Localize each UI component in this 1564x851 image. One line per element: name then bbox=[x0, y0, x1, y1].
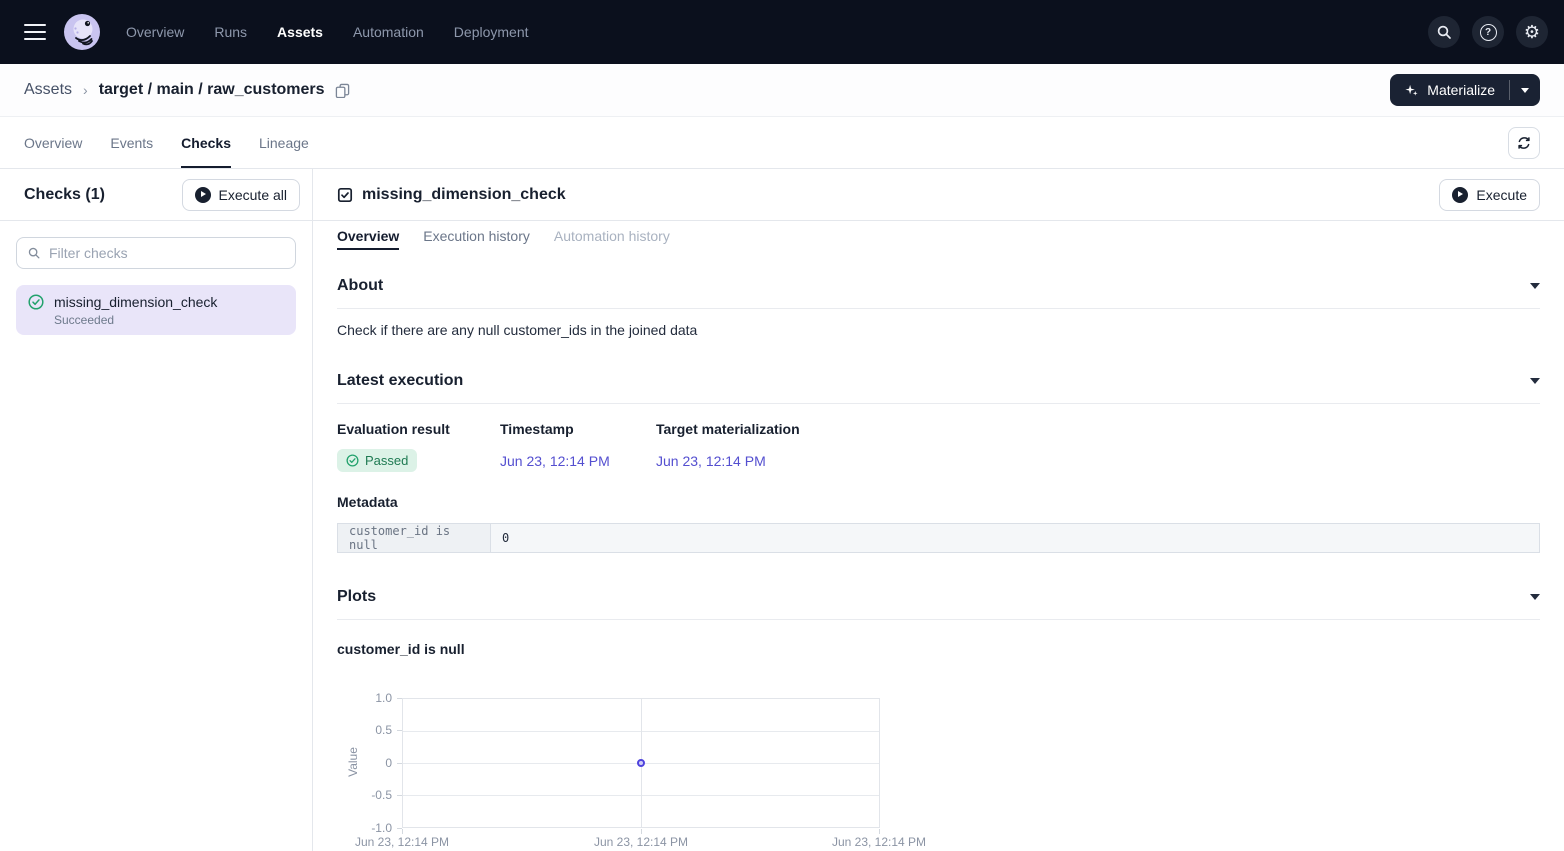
column-timestamp: Timestamp bbox=[500, 421, 656, 437]
tab-events[interactable]: Events bbox=[110, 117, 153, 168]
target-materialization-link[interactable]: Jun 23, 12:14 PM bbox=[656, 453, 766, 469]
nav-item-automation[interactable]: Automation bbox=[353, 24, 424, 40]
refresh-button[interactable] bbox=[1508, 127, 1540, 159]
copy-icon[interactable] bbox=[335, 83, 350, 98]
filter-checks-field bbox=[16, 237, 296, 269]
execute-all-button[interactable]: Execute all bbox=[182, 179, 300, 211]
materialize-dropdown-button[interactable] bbox=[1510, 74, 1540, 106]
collapse-chevron-icon[interactable] bbox=[1530, 378, 1540, 384]
sparkle-icon bbox=[1404, 83, 1419, 98]
execute-all-label: Execute all bbox=[219, 187, 287, 203]
materialize-button[interactable]: Materialize bbox=[1390, 74, 1509, 106]
tab-execution-history[interactable]: Execution history bbox=[423, 221, 530, 250]
nav-item-overview[interactable]: Overview bbox=[126, 24, 184, 40]
search-icon bbox=[27, 246, 41, 260]
check-detail-tab-bar: Overview Execution history Automation hi… bbox=[313, 221, 1564, 250]
y-tick: 0 bbox=[350, 757, 392, 769]
metadata-key: customer_id is null bbox=[338, 524, 491, 553]
check-item-status: Succeeded bbox=[54, 313, 284, 327]
about-section-header: About bbox=[337, 264, 1540, 308]
y-tick: -1.0 bbox=[350, 822, 392, 834]
top-navbar: Overview Runs Assets Automation Deployme… bbox=[0, 0, 1564, 64]
latest-execution-heading: Latest execution bbox=[337, 372, 463, 390]
breadcrumb-assets-link[interactable]: Assets bbox=[24, 81, 72, 99]
breadcrumb-row: Assets › target / main / raw_customers M… bbox=[0, 64, 1564, 117]
column-evaluation-result: Evaluation result bbox=[337, 421, 500, 437]
plot-title: customer_id is null bbox=[337, 641, 1540, 657]
play-icon bbox=[1452, 187, 1468, 203]
asset-check-icon bbox=[337, 187, 353, 203]
execute-button[interactable]: Execute bbox=[1439, 179, 1540, 211]
table-row: customer_id is null 0 bbox=[338, 524, 1540, 553]
hamburger-menu-icon[interactable] bbox=[24, 24, 46, 40]
checks-panel-title: Checks (1) bbox=[24, 186, 105, 204]
check-item-name: missing_dimension_check bbox=[54, 294, 217, 310]
materialize-split-button: Materialize bbox=[1390, 74, 1540, 106]
y-tick: -0.5 bbox=[350, 789, 392, 801]
plots-heading: Plots bbox=[337, 588, 376, 606]
nav-item-runs[interactable]: Runs bbox=[214, 24, 247, 40]
search-icon bbox=[1436, 24, 1452, 40]
check-detail-panel: missing_dimension_check Execute Overview… bbox=[313, 169, 1564, 851]
x-tick: Jun 23, 12:14 PM bbox=[824, 835, 934, 849]
help-icon: ? bbox=[1480, 24, 1497, 41]
play-icon bbox=[195, 187, 211, 203]
filter-checks-input[interactable] bbox=[49, 245, 285, 261]
refresh-icon bbox=[1516, 135, 1532, 151]
breadcrumb-asset-path: target / main / raw_customers bbox=[99, 81, 325, 99]
execute-label: Execute bbox=[1476, 187, 1527, 203]
check-list-item[interactable]: missing_dimension_check Succeeded bbox=[16, 285, 296, 335]
check-detail-title: missing_dimension_check bbox=[362, 186, 566, 204]
search-button[interactable] bbox=[1428, 16, 1460, 48]
dagster-logo-icon[interactable] bbox=[64, 14, 100, 50]
metadata-table: customer_id is null 0 bbox=[337, 523, 1540, 553]
plot-area bbox=[402, 698, 880, 828]
about-description: Check if there are any null customer_ids… bbox=[337, 322, 1540, 338]
checks-sidebar: Checks (1) Execute all missing_dimension… bbox=[0, 169, 313, 851]
value-scatter-chart: Value 1.0 0.5 0 -0.5 -1.0 bbox=[337, 691, 1540, 851]
about-heading: About bbox=[337, 277, 383, 295]
tab-automation-history[interactable]: Automation history bbox=[554, 221, 670, 250]
column-target-materialization: Target materialization bbox=[656, 421, 1540, 437]
passed-status-badge: Passed bbox=[337, 449, 417, 472]
tab-lineage[interactable]: Lineage bbox=[259, 117, 309, 168]
nav-item-deployment[interactable]: Deployment bbox=[454, 24, 529, 40]
tab-checks[interactable]: Checks bbox=[181, 117, 231, 168]
nav-item-assets[interactable]: Assets bbox=[277, 24, 323, 40]
chevron-right-icon: › bbox=[83, 82, 88, 98]
materialize-label: Materialize bbox=[1427, 82, 1495, 98]
tab-overview[interactable]: Overview bbox=[24, 117, 82, 168]
primary-nav: Overview Runs Assets Automation Deployme… bbox=[126, 24, 529, 40]
settings-button[interactable]: ⚙ bbox=[1516, 16, 1548, 48]
x-tick: Jun 23, 12:14 PM bbox=[586, 835, 696, 849]
x-tick: Jun 23, 12:14 PM bbox=[347, 835, 457, 849]
data-point bbox=[637, 759, 645, 767]
metadata-value: 0 bbox=[491, 524, 1540, 553]
help-button[interactable]: ? bbox=[1472, 16, 1504, 48]
chevron-down-icon bbox=[1521, 88, 1529, 93]
latest-execution-section-header: Latest execution bbox=[337, 359, 1540, 403]
collapse-chevron-icon[interactable] bbox=[1530, 283, 1540, 289]
timestamp-link[interactable]: Jun 23, 12:14 PM bbox=[500, 453, 610, 469]
y-tick: 0.5 bbox=[350, 724, 392, 736]
y-tick: 1.0 bbox=[350, 692, 392, 704]
collapse-chevron-icon[interactable] bbox=[1530, 594, 1540, 600]
metadata-heading: Metadata bbox=[337, 494, 1540, 510]
plots-section-header: Plots bbox=[337, 575, 1540, 619]
passed-label: Passed bbox=[365, 453, 408, 468]
tab-check-overview[interactable]: Overview bbox=[337, 221, 399, 250]
check-success-icon bbox=[28, 294, 44, 310]
gear-icon: ⚙ bbox=[1524, 23, 1540, 41]
asset-tab-bar: Overview Events Checks Lineage bbox=[0, 117, 1564, 169]
